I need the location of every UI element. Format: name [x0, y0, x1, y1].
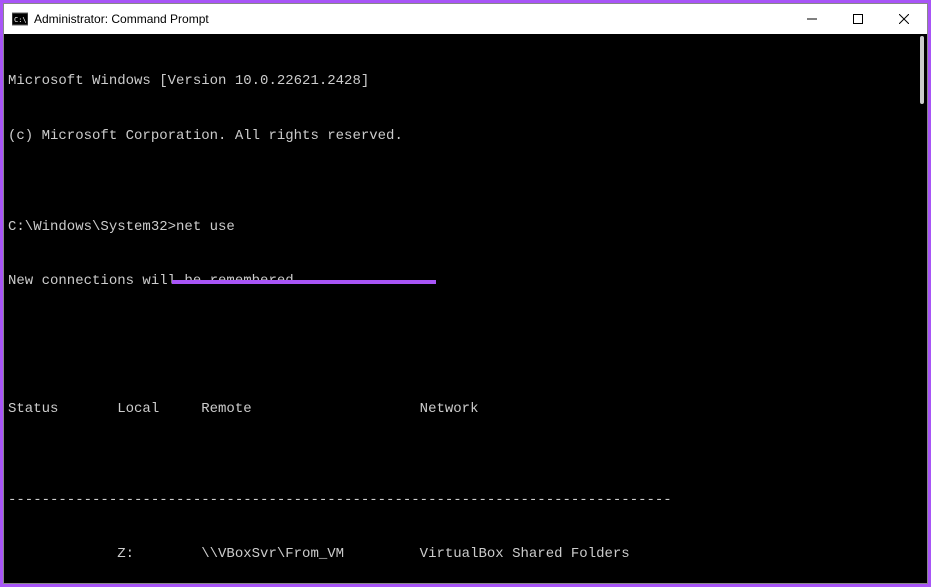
terminal-line: Z: \\VBoxSvr\From_VM VirtualBox Shared F…: [8, 545, 923, 563]
titlebar-title: Administrator: Command Prompt: [34, 12, 789, 26]
terminal-line: ----------------------------------------…: [8, 491, 923, 509]
titlebar[interactable]: C:\ Administrator: Command Prompt: [4, 4, 927, 34]
close-button[interactable]: [881, 4, 927, 34]
window-controls: [789, 4, 927, 34]
terminal-line: Status Local Remote Network: [8, 400, 923, 418]
maximize-button[interactable]: [835, 4, 881, 34]
terminal-line: New connections will be remembered.: [8, 272, 923, 290]
terminal-line: C:\Windows\System32>net use: [8, 218, 923, 236]
terminal-line: Microsoft Windows [Version 10.0.22621.24…: [8, 72, 923, 90]
minimize-button[interactable]: [789, 4, 835, 34]
scrollbar-track[interactable]: [911, 34, 927, 583]
highlight-underline: [172, 280, 436, 284]
scrollbar-thumb[interactable]: [920, 36, 924, 104]
command-prompt-window: C:\ Administrator: Command Prompt Micros…: [3, 3, 928, 584]
terminal-line: (c) Microsoft Corporation. All rights re…: [8, 127, 923, 145]
terminal-area[interactable]: Microsoft Windows [Version 10.0.22621.24…: [4, 34, 927, 583]
svg-text:C:\: C:\: [14, 16, 27, 24]
cmd-icon: C:\: [12, 11, 28, 27]
